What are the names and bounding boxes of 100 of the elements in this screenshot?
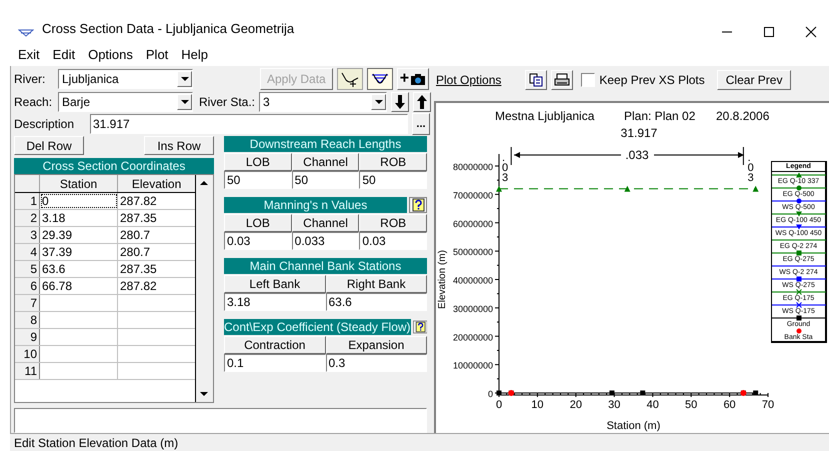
table-cell[interactable]: 287.82 bbox=[118, 192, 196, 209]
chart-title: 20.8.2006 bbox=[716, 108, 770, 123]
water-surface-icon bbox=[18, 28, 34, 38]
chart-title: Plan: Plan 02 bbox=[624, 108, 696, 123]
row-number: 3 bbox=[15, 226, 40, 243]
input-field[interactable]: 50 bbox=[292, 170, 360, 189]
column-header: LOB bbox=[224, 152, 292, 171]
down-button[interactable] bbox=[391, 92, 410, 112]
caret-icon bbox=[180, 100, 188, 104]
browse-button[interactable]: ... bbox=[412, 113, 430, 136]
plot-options-link[interactable]: Plot Options bbox=[436, 70, 502, 89]
row-number: 10 bbox=[15, 346, 40, 362]
input-field[interactable]: 0.033 bbox=[292, 232, 360, 250]
row-number: 1 bbox=[15, 192, 40, 209]
square-marker bbox=[753, 390, 758, 396]
n-value-label: .03 bbox=[502, 152, 508, 184]
square-marker bbox=[496, 390, 502, 396]
row-number: 8 bbox=[15, 312, 40, 328]
triangle-marker bbox=[496, 185, 502, 192]
n-value-label: .03 bbox=[748, 152, 754, 184]
table-cell[interactable]: 287.35 bbox=[118, 210, 196, 226]
input-field[interactable]: 0.3 bbox=[326, 354, 427, 372]
input-field[interactable]: 3.18 bbox=[224, 292, 326, 311]
table-cell[interactable]: 287.35 bbox=[118, 260, 196, 277]
table-cell[interactable]: 0 bbox=[40, 192, 118, 209]
column-header: Expansion bbox=[326, 336, 427, 354]
table-cell[interactable]: 280.7 bbox=[118, 226, 196, 243]
circle-marker bbox=[508, 390, 514, 396]
input-field[interactable]: 0.03 bbox=[224, 232, 292, 250]
table-cell[interactable]: 280.7 bbox=[118, 244, 196, 260]
input-field[interactable]: 50 bbox=[224, 170, 292, 189]
x-tick-label: 60 bbox=[723, 398, 736, 411]
column-header: Channel bbox=[292, 214, 360, 232]
x-tick-label: 70 bbox=[762, 398, 774, 411]
column-header: Contraction bbox=[224, 336, 326, 354]
row-number: 5 bbox=[15, 260, 40, 277]
y-tick-label: 10000000 bbox=[452, 360, 493, 370]
input-field[interactable]: 0.03 bbox=[359, 232, 428, 250]
y-tick-label: 0 bbox=[488, 388, 493, 399]
description-field[interactable]: 31.917 bbox=[90, 114, 408, 134]
checkbox-label: Keep Prev XS Plots bbox=[599, 72, 705, 89]
y-tick-label: 80000000 bbox=[452, 162, 493, 172]
up-arrow-icon bbox=[417, 94, 428, 109]
dropdown[interactable]: Barje bbox=[58, 92, 193, 112]
column-header: Right Bank bbox=[326, 274, 427, 293]
plot-mode-button[interactable] bbox=[336, 68, 363, 90]
menu-item[interactable]: Edit bbox=[52, 45, 76, 65]
print-button[interactable] bbox=[551, 70, 574, 90]
row-number: 6 bbox=[15, 278, 40, 294]
bank-line bbox=[742, 146, 744, 166]
table-cell[interactable]: 37.39 bbox=[40, 244, 118, 260]
dropdown[interactable]: 3 bbox=[259, 92, 388, 112]
triangle-marker bbox=[752, 185, 759, 192]
up-button[interactable] bbox=[413, 92, 432, 112]
help-icon[interactable] bbox=[412, 318, 427, 335]
plot-mode-button[interactable] bbox=[366, 68, 393, 90]
copy-icon bbox=[529, 72, 544, 87]
input-field[interactable]: 63.6 bbox=[326, 292, 427, 311]
close-icon[interactable] bbox=[805, 26, 817, 38]
dropdown[interactable]: Ljubljanica bbox=[58, 69, 193, 90]
status-text: Edit Station Elevation Data (m) bbox=[14, 434, 178, 451]
x-tick-label: 10 bbox=[531, 398, 544, 411]
menu-item[interactable]: Plot bbox=[146, 45, 168, 65]
table-cell[interactable]: 66.78 bbox=[40, 278, 118, 294]
copy-button[interactable] bbox=[525, 70, 548, 90]
panel-title: Cont\Exp Coefficient (Steady Flow) bbox=[224, 318, 411, 335]
panel-title: Main Channel Bank Stations bbox=[224, 258, 427, 274]
field-label: River: bbox=[14, 71, 46, 88]
menu-item[interactable]: Options bbox=[88, 45, 133, 65]
table-cell[interactable]: 29.39 bbox=[40, 226, 118, 243]
row-number: 4 bbox=[15, 244, 40, 260]
maximize-icon[interactable] bbox=[763, 26, 775, 38]
profile-edit-icon bbox=[340, 70, 360, 88]
menu-item[interactable]: Help bbox=[181, 45, 208, 65]
square-marker bbox=[609, 390, 614, 396]
help-icon[interactable] bbox=[409, 196, 427, 213]
clear-prev-button[interactable]: Clear Prev bbox=[716, 70, 792, 90]
input-field[interactable]: 0.1 bbox=[224, 354, 326, 372]
table-cell[interactable]: 287.82 bbox=[118, 278, 196, 294]
x-tick-label: 20 bbox=[570, 398, 582, 411]
input-field[interactable]: 50 bbox=[359, 170, 428, 189]
table-cell[interactable]: 3.18 bbox=[40, 210, 118, 226]
y-tick-label: 40000000 bbox=[452, 275, 493, 286]
x-tick-label: 40 bbox=[646, 398, 659, 411]
column-header: Channel bbox=[292, 152, 360, 171]
row-button[interactable]: Del Row bbox=[14, 136, 84, 155]
menu-item[interactable]: Exit bbox=[18, 45, 40, 65]
bank-line bbox=[510, 146, 512, 166]
checkbox[interactable] bbox=[581, 72, 596, 87]
notes-field[interactable] bbox=[14, 408, 427, 433]
field-label: Description bbox=[14, 116, 76, 134]
row-button[interactable]: Ins Row bbox=[144, 136, 214, 155]
table-cell[interactable]: 63.6 bbox=[40, 260, 118, 277]
column-header: Left Bank bbox=[224, 274, 326, 293]
x-tick-label: 0 bbox=[496, 398, 502, 411]
printer-icon bbox=[554, 72, 570, 87]
square-marker bbox=[640, 390, 646, 396]
table-title: Cross Section Coordinates bbox=[14, 158, 214, 174]
add-picture-button[interactable]: + bbox=[396, 68, 430, 90]
camera-icon bbox=[410, 73, 426, 86]
